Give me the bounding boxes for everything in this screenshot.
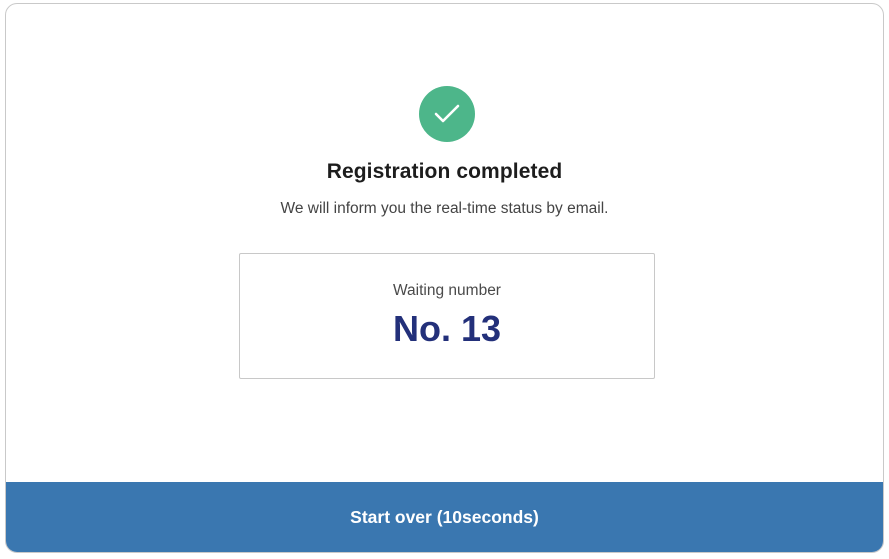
status-message: We will inform you the real-time status … bbox=[280, 200, 609, 217]
waiting-number-card: Waiting number No. 13 bbox=[239, 253, 655, 379]
registration-complete-screen: Registration completed We will inform yo… bbox=[5, 3, 884, 553]
status-content: Registration completed We will inform yo… bbox=[6, 4, 883, 484]
checkmark-icon bbox=[434, 104, 460, 123]
waiting-number-label: Waiting number bbox=[393, 282, 501, 299]
waiting-number-value: No. 13 bbox=[392, 308, 502, 349]
success-badge bbox=[419, 86, 475, 142]
start-over-button[interactable]: Start over (10seconds) bbox=[6, 482, 883, 552]
page-title: Registration completed bbox=[326, 160, 563, 183]
